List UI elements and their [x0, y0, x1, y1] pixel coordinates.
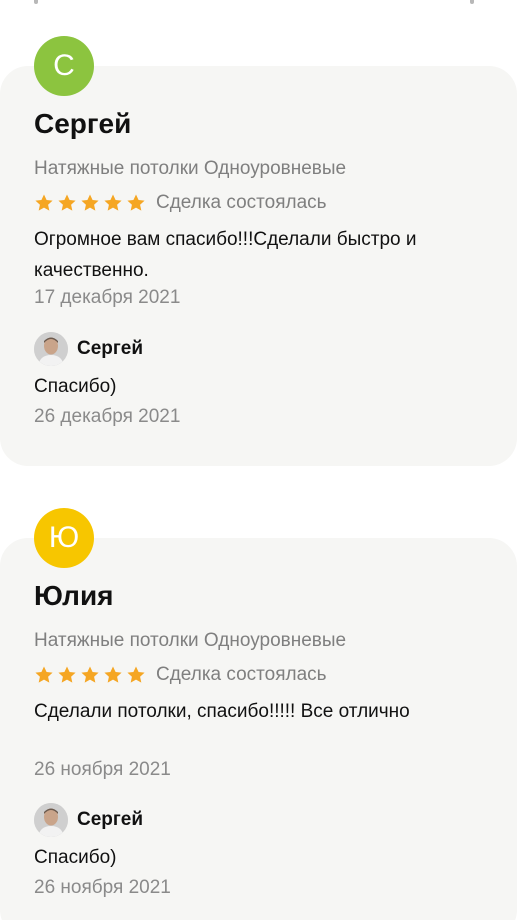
star-icon	[104, 194, 122, 211]
user-photo-icon[interactable]	[34, 332, 68, 366]
user-photo-icon[interactable]	[34, 803, 68, 837]
clipped-glyph	[470, 0, 474, 4]
reviewer-avatar[interactable]: Ю	[34, 508, 94, 568]
star-icon	[58, 666, 76, 683]
review-text: Сделали потолки, спасибо!!!!! Все отличн…	[34, 701, 410, 722]
star-icon	[127, 666, 145, 683]
reviews-page: С Сергей Натяжные потолки Одноуровневые …	[0, 0, 517, 920]
star-icon	[81, 666, 99, 683]
star-icon	[58, 194, 76, 211]
review-date: 17 декабря 2021	[34, 287, 181, 308]
deal-status: Сделка состоялась	[156, 664, 327, 685]
clipped-previous-content	[0, 0, 517, 6]
rating-row: Сделка состоялась	[34, 662, 327, 688]
star-rating	[34, 193, 146, 213]
rating-row: Сделка состоялась	[34, 190, 327, 216]
deal-status: Сделка состоялась	[156, 192, 327, 213]
review-date: 26 ноября 2021	[34, 759, 171, 780]
reply-date: 26 ноября 2021	[34, 877, 171, 898]
star-icon	[35, 666, 53, 683]
star-rating	[34, 665, 146, 685]
review-text: Огромное вам спасибо!!!Сделали быстро и …	[34, 229, 417, 281]
star-icon	[81, 194, 99, 211]
review-category: Натяжные потолки Одноуровневые	[34, 158, 347, 179]
reviewer-avatar[interactable]: С	[34, 36, 94, 96]
reply-author[interactable]: Сергей	[77, 338, 143, 360]
star-icon	[127, 194, 145, 211]
review-category: Натяжные потолки Одноуровневые	[34, 630, 347, 651]
reply-text: Спасибо)	[34, 376, 117, 397]
reply-date: 26 декабря 2021	[34, 406, 181, 427]
reviewer-name[interactable]: Сергей	[34, 108, 131, 140]
star-icon	[35, 194, 53, 211]
reply-header: Сергей	[34, 803, 143, 837]
reviewer-name[interactable]: Юлия	[34, 580, 114, 612]
reply-author[interactable]: Сергей	[77, 809, 143, 831]
reply-header: Сергей	[34, 332, 143, 366]
reply-text: Спасибо)	[34, 847, 117, 868]
star-icon	[104, 666, 122, 683]
clipped-glyph	[34, 0, 38, 4]
